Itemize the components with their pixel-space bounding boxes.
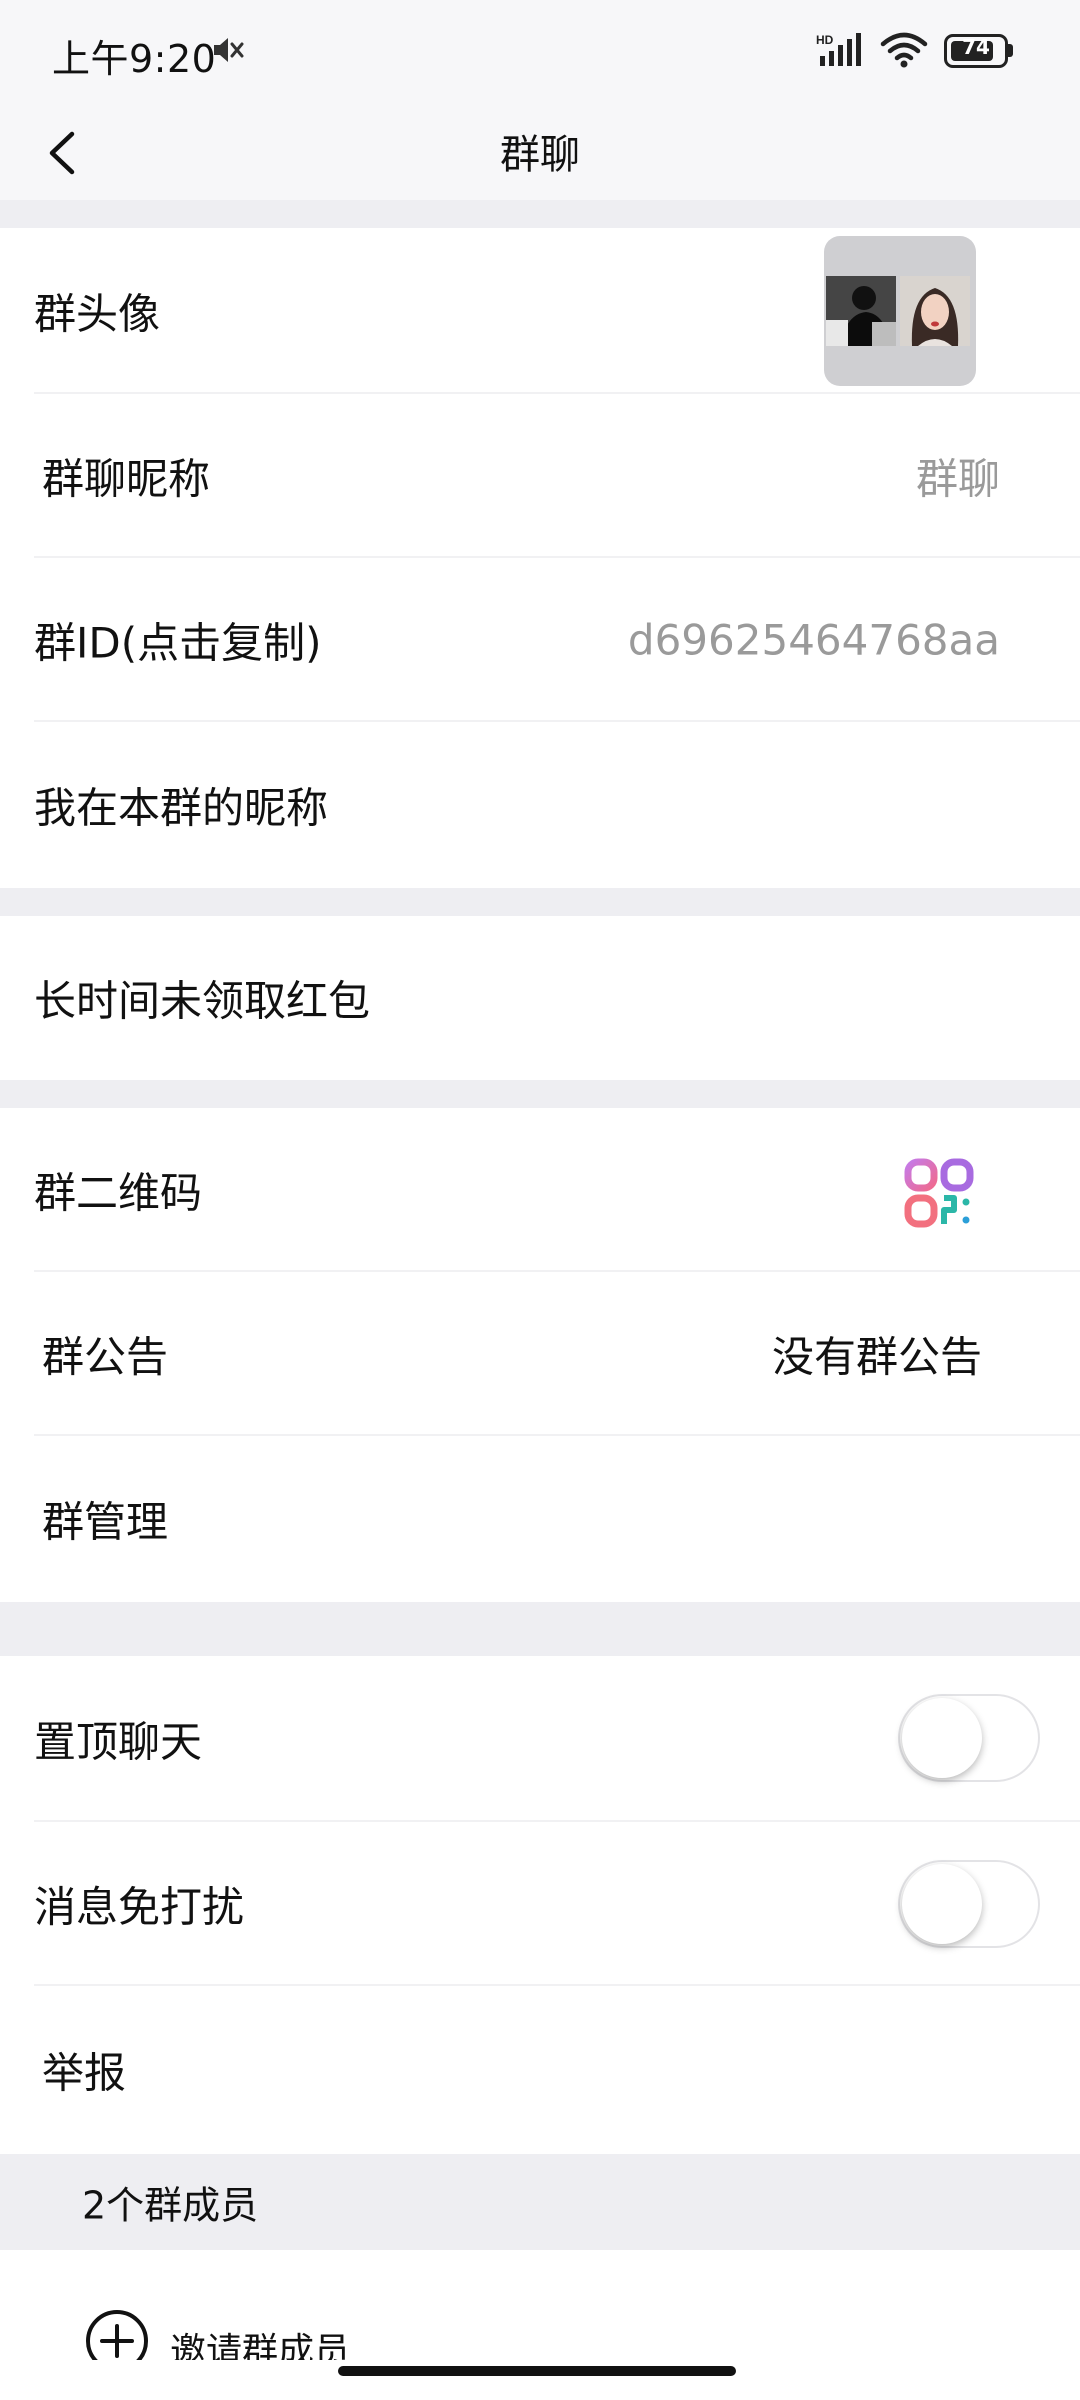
pin-chat-toggle[interactable] [898, 1694, 1040, 1782]
section-divider [0, 1602, 1080, 1656]
group-avatar-label: 群头像 [34, 289, 161, 339]
group-announcement-row[interactable]: 群公告 没有群公告 [0, 1272, 1080, 1436]
group-announcement-value: 没有群公告 [771, 1332, 982, 1382]
battery-level: 74 [962, 35, 990, 59]
svg-text:HD: HD [816, 33, 834, 47]
invite-member-button[interactable]: 邀请群成员 [0, 2250, 1080, 2360]
group-management-row[interactable]: 群管理 [0, 1436, 1080, 1602]
group-id-value: d69625464768aa [627, 615, 1000, 665]
group-management-label: 群管理 [42, 1497, 169, 1547]
group-id-row[interactable]: 群ID(点击复制) d69625464768aa [0, 558, 1080, 722]
do-not-disturb-row: 消息免打扰 [0, 1822, 1080, 1986]
page-title: 群聊 [500, 132, 580, 178]
group-qr-code-row[interactable]: 群二维码 [0, 1108, 1080, 1272]
report-row[interactable]: 举报 [0, 1986, 1080, 2154]
group-announcement-label: 群公告 [42, 1332, 169, 1382]
mute-icon [214, 38, 244, 62]
home-indicator[interactable] [338, 2366, 736, 2376]
group-nickname-label: 群聊昵称 [42, 454, 211, 504]
unclaimed-red-packet-label: 长时间未领取红包 [34, 976, 371, 1026]
do-not-disturb-toggle[interactable] [898, 1860, 1040, 1948]
group-id-label: 群ID(点击复制) [34, 618, 322, 668]
group-avatar[interactable] [824, 236, 976, 386]
navigation-bar: 群聊 [0, 104, 1080, 200]
toggle-knob [902, 1698, 982, 1778]
section-divider [0, 888, 1080, 916]
status-bar: 上午9:20 HD 74 [0, 0, 1080, 104]
wifi-icon [880, 32, 928, 68]
member-avatar-image [900, 276, 970, 346]
plus-circle-icon [86, 2310, 148, 2360]
status-time: 上午9:20 [52, 37, 217, 81]
my-group-nickname-row[interactable]: 我在本群的昵称 [0, 722, 1080, 888]
members-count-header: 2个群成员 [0, 2154, 1080, 2250]
group-nickname-row[interactable]: 群聊昵称 群聊 [0, 394, 1080, 558]
pin-chat-label: 置顶聊天 [34, 1717, 203, 1767]
pin-chat-row: 置顶聊天 [0, 1656, 1080, 1822]
group-chat-settings-screen: 上午9:20 HD 74 群聊 群头像 群聊昵称 群聊 群ID(点击复制) d6… [0, 0, 1080, 2400]
group-nickname-value: 群聊 [915, 454, 1000, 504]
section-divider [0, 200, 1080, 228]
members-count-label: 2个群成员 [82, 2183, 259, 2228]
unclaimed-red-packet-row[interactable]: 长时间未领取红包 [0, 916, 1080, 1080]
group-avatar-row[interactable]: 群头像 [0, 228, 1080, 394]
my-group-nickname-label: 我在本群的昵称 [34, 783, 329, 833]
hd-signal-icon: HD [816, 33, 861, 66]
battery-icon: 74 [944, 34, 1014, 68]
group-qr-code-label: 群二维码 [34, 1168, 203, 1218]
report-label: 举报 [42, 2048, 127, 2098]
invite-member-label: 邀请群成员 [170, 2331, 351, 2360]
do-not-disturb-label: 消息免打扰 [34, 1882, 245, 1932]
section-divider [0, 1080, 1080, 1108]
toggle-knob [902, 1864, 982, 1944]
member-avatar-image [826, 276, 896, 346]
qr-code-icon [904, 1158, 974, 1228]
